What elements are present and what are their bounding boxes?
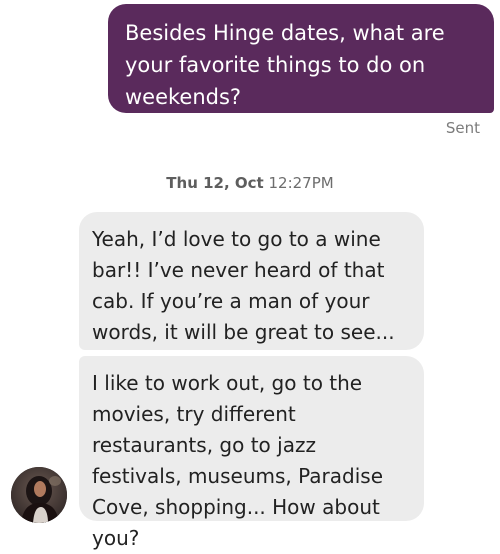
avatar-photo-icon <box>11 467 67 523</box>
contact-avatar-icon[interactable] <box>11 467 67 523</box>
incoming-message-bubble[interactable]: I like to work out, go to the movies, tr… <box>79 356 424 550</box>
message-status-sent: Sent <box>445 119 480 137</box>
incoming-message-bubble[interactable]: Yeah, I’d love to go to a wine bar!! I’v… <box>79 212 424 350</box>
conversation-timestamp: Thu 12, Oct 12:27PM <box>0 174 500 192</box>
timestamp-date: Thu 12, Oct <box>166 174 264 192</box>
timestamp-time: 12:27PM <box>268 174 334 192</box>
outgoing-message-bubble[interactable]: Besides Hinge dates, what are your favor… <box>108 4 494 113</box>
